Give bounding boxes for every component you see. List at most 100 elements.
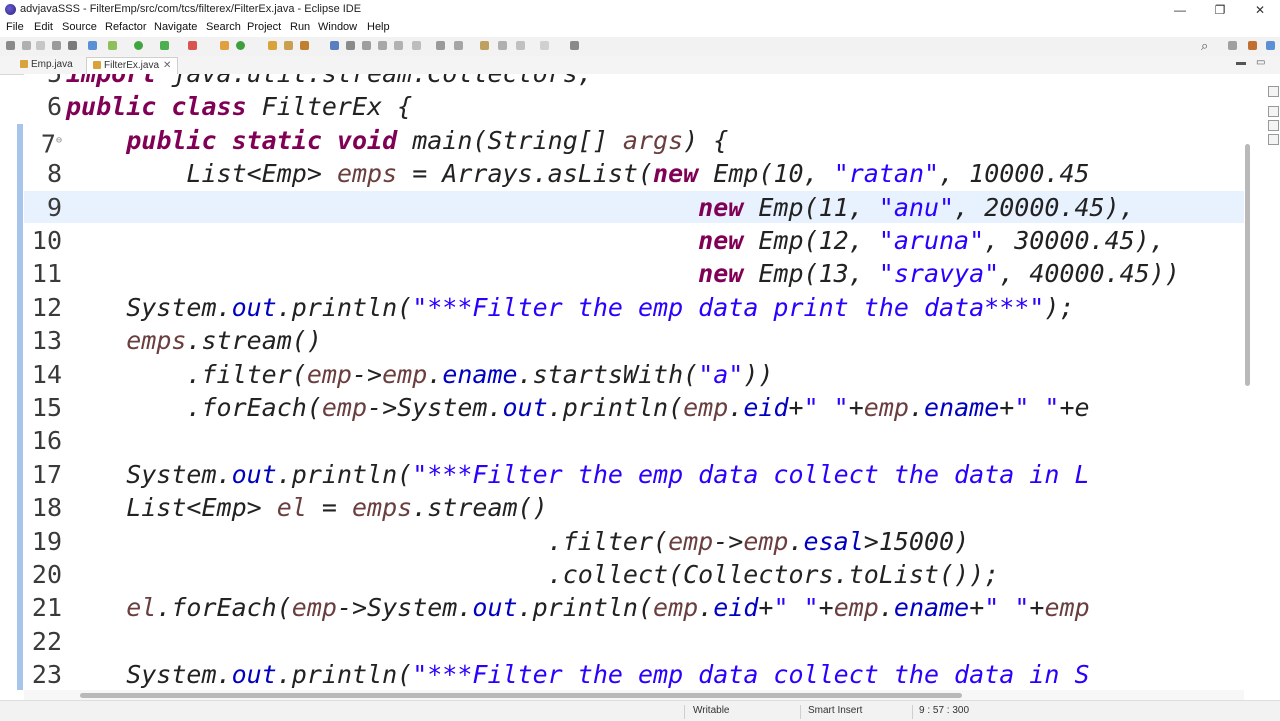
- code-line[interactable]: 16: [24, 424, 1244, 458]
- code-token: .: [698, 593, 714, 623]
- new-java-project-icon[interactable]: [220, 41, 229, 50]
- code-line[interactable]: 22: [24, 625, 1244, 659]
- minimize-editor-icon[interactable]: ▬: [1236, 57, 1246, 68]
- code-line[interactable]: 15 .forEach(emp->System.out.println(emp.…: [24, 391, 1244, 425]
- toggle-block-icon[interactable]: [362, 41, 371, 50]
- code-token: emp: [743, 526, 789, 556]
- minimize-button[interactable]: —: [1160, 0, 1200, 20]
- menu-window[interactable]: Window: [318, 21, 357, 33]
- debug-icon[interactable]: [108, 41, 117, 50]
- code-line[interactable]: 19 .filter(emp->emp.esal>15000): [24, 525, 1244, 559]
- next-annotation-icon[interactable]: [436, 41, 445, 50]
- code-text: .collect(Collectors.toList());: [66, 558, 1000, 592]
- fold-toggle-icon[interactable]: ⊖: [56, 135, 62, 146]
- code-line[interactable]: 12 System.out.println("***Filter the emp…: [24, 291, 1244, 325]
- vertical-scrollbar[interactable]: [1245, 144, 1250, 386]
- code-token: );: [1044, 292, 1075, 322]
- menu-edit[interactable]: Edit: [34, 21, 53, 33]
- code-line[interactable]: 14 .filter(emp->emp.ename.startsWith("a"…: [24, 358, 1244, 392]
- menu-search[interactable]: Search: [206, 21, 241, 33]
- code-token: emp: [668, 526, 714, 556]
- menu-source[interactable]: Source: [62, 21, 97, 33]
- code-token: .println(: [547, 393, 684, 422]
- tab-emp-java[interactable]: Emp.java: [20, 57, 73, 73]
- task-list-icon[interactable]: [1268, 106, 1279, 117]
- word-wrap-icon[interactable]: [394, 41, 403, 50]
- close-tab-icon[interactable]: ✕: [163, 60, 171, 71]
- code-line[interactable]: 23 System.out.println("***Filter the emp…: [24, 658, 1244, 690]
- skip-breakpoints-icon[interactable]: [88, 41, 97, 50]
- open-perspective-icon[interactable]: [1228, 41, 1237, 50]
- console-view-icon[interactable]: [1268, 134, 1279, 145]
- menu-file[interactable]: File: [6, 21, 24, 33]
- external-tools-icon[interactable]: [188, 41, 197, 50]
- code-token: public class: [66, 92, 262, 122]
- code-token: (: [637, 159, 654, 189]
- show-whitespace-icon[interactable]: [378, 41, 387, 50]
- line-number: 8: [46, 159, 62, 189]
- code-token: "***Filter the emp data print the data**…: [412, 292, 1045, 322]
- open-type-icon[interactable]: [284, 41, 293, 50]
- code-line[interactable]: 20 .collect(Collectors.toList());: [24, 558, 1244, 592]
- maximize-button[interactable]: ❐: [1200, 0, 1240, 20]
- code-token: out: [502, 393, 548, 422]
- code-line[interactable]: 18 List<Emp> el = emps.stream(): [24, 491, 1244, 525]
- code-token: FilterEx {: [261, 92, 413, 122]
- code-line[interactable]: 10 new Emp(12, "aruna", 30000.45),: [24, 224, 1244, 258]
- horizontal-scrollbar[interactable]: [80, 693, 962, 698]
- pin-editor-icon[interactable]: [412, 41, 421, 50]
- code-line[interactable]: 6 public class FilterEx {: [24, 90, 1244, 124]
- code-line[interactable]: 21 el.forEach(emp->System.out.println(em…: [24, 591, 1244, 625]
- pin-icon[interactable]: [570, 41, 579, 50]
- problems-view-icon[interactable]: [1268, 120, 1279, 131]
- coverage-icon[interactable]: [160, 41, 169, 50]
- previous-annotation-icon[interactable]: [454, 41, 463, 50]
- insert-mode-status[interactable]: Smart Insert: [808, 705, 862, 716]
- code-text: List<Emp> emps = Arrays.asList(new Emp(1…: [66, 157, 1089, 191]
- code-line[interactable]: 7⊖ public static void main(String[] args…: [24, 124, 1244, 158]
- menu-refactor[interactable]: Refactor: [105, 21, 147, 33]
- code-token: .: [427, 359, 443, 389]
- code-line[interactable]: 5import java.util.stream.Collectors;: [24, 74, 1244, 91]
- menu-navigate[interactable]: Navigate: [154, 21, 197, 33]
- new-package-icon[interactable]: [236, 41, 245, 50]
- code-token: ename: [924, 393, 1000, 422]
- tab-filterex-java[interactable]: FilterEx.java ✕: [86, 57, 179, 74]
- maximize-editor-icon[interactable]: ▭: [1256, 57, 1265, 68]
- print-icon[interactable]: [52, 41, 61, 50]
- menu-help[interactable]: Help: [367, 21, 390, 33]
- code-token: "aruna": [878, 226, 985, 255]
- code-token: "ratan": [833, 159, 940, 189]
- menu-project[interactable]: Project: [247, 21, 281, 33]
- code-line[interactable]: 13 emps.stream(): [24, 324, 1244, 358]
- new-icon[interactable]: [6, 41, 15, 50]
- open-task-icon[interactable]: [300, 41, 309, 50]
- code-line[interactable]: 8 List<Emp> emps = Arrays.asList(new Emp…: [24, 157, 1244, 191]
- java-perspective-icon[interactable]: [1266, 41, 1275, 50]
- search-icon[interactable]: ⌕: [1201, 38, 1208, 54]
- new-class-icon[interactable]: [268, 41, 277, 50]
- code-line[interactable]: 11 new Emp(13, "sravya", 40000.45)): [24, 257, 1244, 291]
- code-token: , 30000.45),: [984, 226, 1165, 255]
- last-edit-icon[interactable]: [480, 41, 489, 50]
- save-all-icon[interactable]: [36, 41, 45, 50]
- eclipse-icon: [5, 4, 16, 15]
- back-icon[interactable]: [498, 41, 507, 50]
- outline-view-icon[interactable]: [1268, 86, 1279, 97]
- forward-history-icon[interactable]: [540, 41, 549, 50]
- line-number: 9: [46, 192, 62, 222]
- search-toolbar-icon[interactable]: [330, 41, 339, 50]
- code-editor[interactable]: 5import java.util.stream.Collectors;6pub…: [24, 74, 1244, 690]
- run-icon[interactable]: [134, 41, 143, 50]
- close-button[interactable]: ✕: [1240, 0, 1280, 20]
- toggle-mark-icon[interactable]: [346, 41, 355, 50]
- menu-run[interactable]: Run: [290, 21, 310, 33]
- forward-icon[interactable]: [516, 41, 525, 50]
- code-line[interactable]: 17 System.out.println("***Filter the emp…: [24, 458, 1244, 492]
- code-line[interactable]: 9 new Emp(11, "anu", 20000.45),: [24, 191, 1244, 225]
- code-token: " ": [984, 593, 1030, 623]
- quick-diff-bar: [17, 124, 23, 690]
- save-icon[interactable]: [22, 41, 31, 50]
- terminal-icon[interactable]: [68, 41, 77, 50]
- java-ee-perspective-icon[interactable]: [1248, 41, 1257, 50]
